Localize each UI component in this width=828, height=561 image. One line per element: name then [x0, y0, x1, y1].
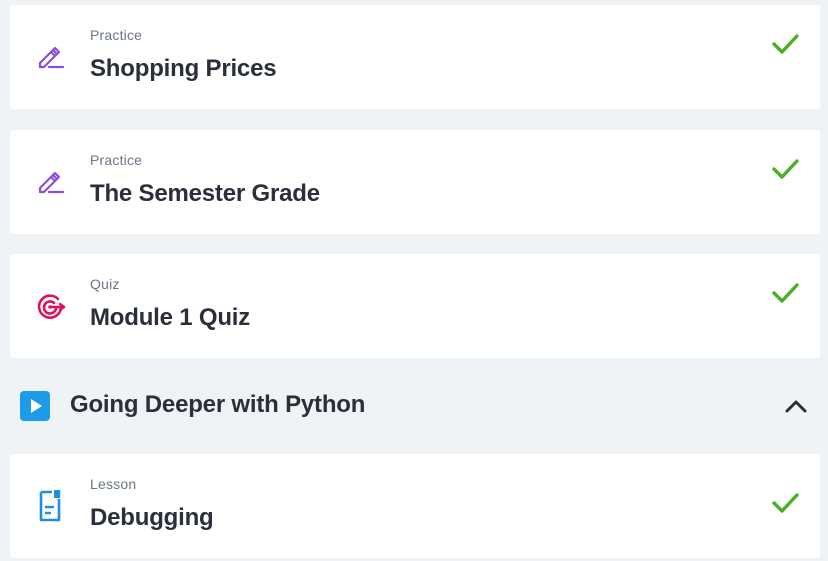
- target-quiz-icon: [34, 288, 66, 324]
- item-type-label: Lesson: [90, 476, 137, 492]
- chevron-up-icon[interactable]: [784, 394, 808, 418]
- item-title: Debugging: [90, 504, 214, 531]
- pencil-practice-icon: [34, 39, 66, 75]
- item-type-label: Practice: [90, 27, 143, 43]
- item-title: The Semester Grade: [90, 180, 320, 207]
- checkmark-icon: [770, 488, 800, 518]
- section-header-going-deeper[interactable]: Going Deeper with Python: [10, 380, 820, 432]
- pencil-practice-icon: [34, 164, 66, 200]
- course-item-shopping-prices[interactable]: Practice Shopping Prices: [10, 5, 820, 109]
- checkmark-icon: [770, 29, 800, 59]
- item-type-label: Quiz: [90, 276, 120, 292]
- course-item-the-semester-grade[interactable]: Practice The Semester Grade: [10, 130, 820, 234]
- course-outline: Practice Shopping Prices Practice The Se…: [0, 0, 828, 561]
- play-icon: [20, 391, 50, 421]
- item-title: Shopping Prices: [90, 55, 277, 82]
- item-title: Module 1 Quiz: [90, 304, 251, 331]
- checkmark-icon: [770, 154, 800, 184]
- course-item-debugging[interactable]: Lesson Debugging: [10, 454, 820, 558]
- checkmark-icon: [770, 278, 800, 308]
- item-type-label: Practice: [90, 152, 143, 168]
- course-item-module-1-quiz[interactable]: Quiz Module 1 Quiz: [10, 254, 820, 358]
- section-title: Going Deeper with Python: [70, 391, 366, 418]
- document-lesson-icon: [34, 488, 66, 524]
